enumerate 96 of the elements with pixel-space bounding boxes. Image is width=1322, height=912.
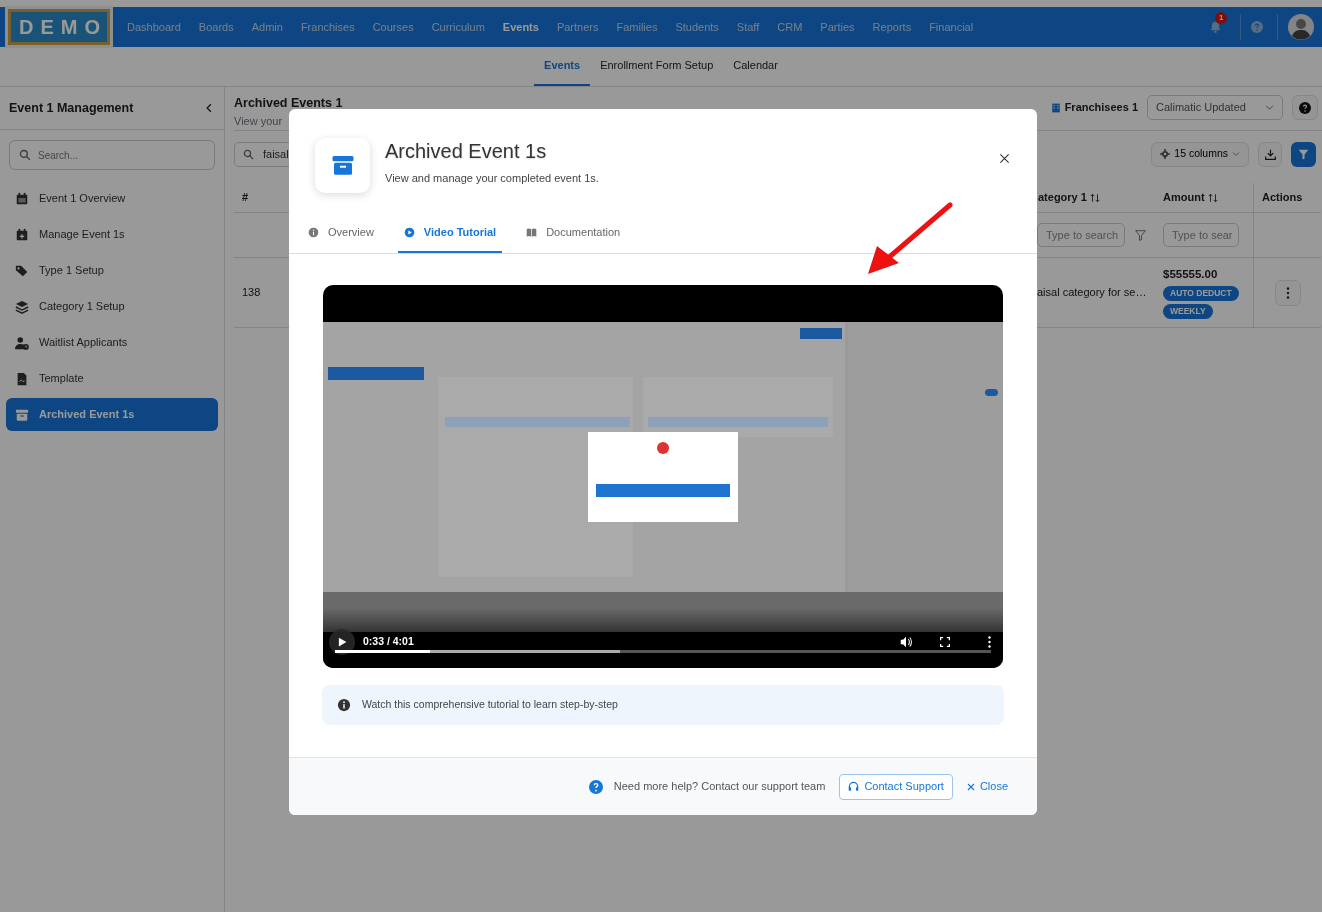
nav-link[interactable]: Franchises (291, 18, 364, 36)
nav-link[interactable]: Parties (811, 18, 864, 36)
franchise-label: Franchisees 1 (1064, 100, 1138, 116)
search-icon (243, 148, 254, 160)
nav-link[interactable]: Dashboard (118, 18, 190, 36)
collapse-icon[interactable] (204, 102, 214, 114)
play-circle-icon (403, 227, 415, 238)
nav-link[interactable]: Reports (863, 18, 921, 36)
video-player[interactable]: 0:33 / 4:01 (323, 284, 1003, 668)
filter-icon[interactable] (1135, 229, 1146, 241)
nav-link[interactable]: Courses (363, 18, 423, 36)
user-clock-icon (15, 335, 29, 350)
nav-link[interactable]: Partners (547, 18, 608, 36)
franchise-select[interactable]: Calimatic Updated (1147, 95, 1283, 120)
tag: AUTO DEDUCT (1163, 286, 1239, 302)
filter-field[interactable]: Type to sear (1163, 223, 1239, 247)
play-icon (337, 636, 347, 647)
video-time: 0:33 / 4:01 (363, 633, 414, 649)
sort-icon[interactable] (1207, 191, 1218, 204)
book-icon (526, 227, 538, 238)
modal-title: Archived Event 1s (385, 139, 548, 164)
modal-subtitle: View and manage your completed event 1s. (385, 171, 599, 186)
tab[interactable]: Calendar (723, 47, 788, 86)
info-text: Watch this comprehensive tutorial to learn step-by-step (362, 696, 618, 712)
close-button[interactable] (998, 151, 1011, 165)
column-header: # (234, 183, 280, 213)
help-text: Need more help? Contact our support team (613, 779, 826, 795)
avatar[interactable] (1288, 14, 1314, 40)
nav-link[interactable]: Boards (189, 18, 243, 36)
help-button[interactable] (1292, 95, 1318, 120)
nav-link[interactable]: Curriculum (422, 18, 494, 36)
sidebar-item[interactable]: Waitlist Applicants (6, 326, 218, 359)
nav-link[interactable]: Events (493, 18, 548, 36)
more-button[interactable] (1274, 279, 1301, 306)
sidebar-item[interactable]: Manage Event 1s (6, 218, 218, 251)
tab[interactable]: Overview (302, 214, 380, 253)
nav-link[interactable]: Students (666, 18, 728, 36)
page-subtitle: View your (234, 113, 284, 129)
search-icon (19, 149, 31, 161)
sidebar-title: Event 1 Management (9, 99, 134, 117)
calendar-plus-icon (15, 227, 29, 242)
sort-icon[interactable] (1089, 191, 1100, 204)
nav-link[interactable]: CRM (768, 18, 812, 36)
sidebar-item[interactable]: Type 1 Setup (6, 254, 218, 287)
sidebar-item[interactable]: Event 1 Overview (6, 182, 218, 215)
more-icon[interactable] (988, 635, 991, 648)
tab[interactable]: Enrollment Form Setup (590, 47, 724, 86)
columns-button[interactable]: 15 columns (1151, 141, 1249, 167)
chevron-down-icon (1265, 103, 1274, 112)
column-header: ategory 1 (1038, 190, 1087, 206)
logo[interactable]: DEMO (8, 9, 110, 45)
building-icon (1050, 101, 1061, 114)
table-cell: 138 (234, 258, 280, 328)
help-icon (588, 779, 603, 794)
progress-fill[interactable] (335, 649, 431, 653)
search-field[interactable]: Search... (9, 140, 215, 170)
filter-button[interactable] (1291, 141, 1316, 167)
headset-icon (848, 781, 860, 792)
contact-support-button[interactable]: Contact Support (839, 773, 953, 800)
tag-icon (15, 263, 29, 278)
document-icon (15, 371, 29, 386)
help-icon (1299, 101, 1311, 114)
sidebar-item[interactable]: Category 1 Setup (6, 290, 218, 323)
more-icon (1285, 286, 1290, 299)
gear-icon (1160, 149, 1171, 159)
download-button[interactable] (1258, 141, 1282, 167)
column-header: Actions (1254, 183, 1321, 213)
chevron-down-icon (1232, 150, 1240, 158)
nav-link[interactable]: Admin (242, 18, 292, 36)
info-icon (337, 697, 351, 712)
download-icon (1264, 148, 1276, 160)
sidebar-item[interactable]: Template (6, 362, 218, 395)
close-icon (966, 782, 975, 791)
page-title: Archived Events 1 (234, 95, 343, 112)
tab[interactable]: Documentation (520, 214, 627, 253)
volume-icon[interactable] (900, 635, 912, 648)
column-header: Amount (1163, 190, 1205, 206)
tab[interactable]: Events (534, 47, 591, 86)
table-cell-text: aisal category for se… (1037, 285, 1147, 301)
fullscreen-icon[interactable] (940, 636, 950, 647)
archive-icon (15, 407, 29, 422)
notification-count: 1 (1215, 12, 1228, 24)
nav-link[interactable]: Financial (920, 18, 983, 36)
layers-icon (15, 299, 29, 314)
calendar-icon (15, 191, 29, 206)
sidebar-item[interactable]: Archived Event 1s (6, 398, 218, 431)
archive-icon (329, 153, 356, 178)
tag: WEEKLY (1163, 304, 1213, 319)
amount: $55555.00 (1163, 267, 1218, 283)
close-button[interactable]: Close (966, 778, 1008, 795)
info-icon (308, 227, 319, 238)
close-icon (999, 152, 1010, 164)
tab[interactable]: Video Tutorial (397, 214, 503, 253)
nav-link[interactable]: Families (607, 18, 667, 36)
nav-link[interactable]: Staff (727, 18, 769, 36)
filter-icon (1298, 148, 1309, 160)
